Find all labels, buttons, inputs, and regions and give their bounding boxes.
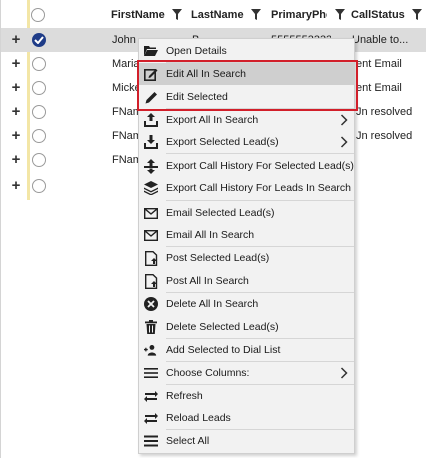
export-icon xyxy=(144,112,158,128)
column-header-callstatus-label: CallStatus xyxy=(351,9,405,21)
menu-item-label: Post Selected Lead(s) xyxy=(166,252,270,264)
cell-firstname: FName xyxy=(112,106,138,118)
menu-item-label: Post All In Search xyxy=(166,275,249,287)
menu-item-email-selected-leads[interactable]: Email Selected Lead(s) xyxy=(139,202,354,224)
reload-icon xyxy=(144,410,158,426)
menu-item-email-all-in-search[interactable]: Email All In Search xyxy=(139,224,354,246)
menu-item-add-to-dial-list[interactable]: Add Selected to Dial List xyxy=(139,339,354,361)
menu-item-label: Open Details xyxy=(166,45,227,57)
menu-item-label: Export All In Search xyxy=(166,114,259,126)
row-select-radio[interactable] xyxy=(32,105,46,119)
highlight-box xyxy=(137,60,358,111)
expand-row-icon[interactable]: + xyxy=(10,28,22,52)
menu-item-label: Choose Columns: xyxy=(166,367,250,379)
menu-separator xyxy=(166,153,354,154)
menu-item-refresh[interactable]: Refresh xyxy=(139,385,354,407)
post-document-icon xyxy=(144,273,158,289)
menu-item-export-selected-leads[interactable]: Export Selected Lead(s) xyxy=(139,131,354,153)
expand-row-icon[interactable]: + xyxy=(10,100,22,124)
row-select-radio[interactable] xyxy=(32,57,46,71)
submenu-chevron-right-icon xyxy=(340,367,348,379)
columns-icon xyxy=(144,365,158,381)
row-select-radio[interactable] xyxy=(32,81,46,95)
menu-item-label: Export Call History For Leads In Search xyxy=(166,182,351,194)
expand-row-icon[interactable]: + xyxy=(10,52,22,76)
column-header-firstname-label: FirstName xyxy=(111,9,165,21)
header-select-all-radio[interactable] xyxy=(31,8,45,22)
menu-item-export-all-in-search[interactable]: Export All In Search xyxy=(139,109,354,131)
envelope-icon xyxy=(144,227,158,243)
row-select-radio[interactable] xyxy=(32,179,46,193)
expand-row-icon[interactable]: + xyxy=(10,124,22,148)
filter-phone-icon[interactable] xyxy=(335,9,345,20)
menu-item-label: Email Selected Lead(s) xyxy=(166,207,275,219)
menu-separator xyxy=(166,200,354,201)
menu-item-choose-columns[interactable]: Choose Columns: xyxy=(139,362,354,384)
menu-item-label: Export Selected Lead(s) xyxy=(166,136,279,148)
menu-item-reload-leads[interactable]: Reload Leads xyxy=(139,407,354,429)
menu-item-delete-selected-leads[interactable]: Delete Selected Lead(s) xyxy=(139,316,354,338)
cell-callstatus: Jn resolved xyxy=(356,130,413,142)
select-all-icon xyxy=(144,433,158,449)
column-header-phone-label: PrimaryPhor xyxy=(271,9,327,21)
envelope-icon xyxy=(144,205,158,221)
menu-item-label: Select All xyxy=(166,435,210,447)
filter-callstatus-icon[interactable] xyxy=(412,9,422,20)
menu-item-export-call-history-selected[interactable]: Export Call History For Selected Lead(s) xyxy=(139,155,354,177)
refresh-icon xyxy=(144,388,158,404)
menu-item-post-all-in-search[interactable]: Post All In Search xyxy=(139,270,354,292)
menu-item-label: Delete All In Search xyxy=(166,298,259,310)
filter-lastname-icon[interactable] xyxy=(251,9,261,20)
menu-item-label: Reload Leads xyxy=(166,412,231,424)
row-select-radio[interactable] xyxy=(32,153,46,167)
submenu-chevron-right-icon xyxy=(340,114,348,126)
expand-row-icon[interactable]: + xyxy=(10,148,22,172)
cell-callstatus: Unable to... xyxy=(352,34,409,46)
delete-circle-icon xyxy=(144,296,158,312)
cell-firstname: John xyxy=(112,34,136,46)
cell-firstname: FName xyxy=(112,130,138,142)
menu-item-select-all[interactable]: Select All xyxy=(139,430,354,452)
cell-firstname: Maria xyxy=(112,58,138,70)
submenu-chevron-right-icon xyxy=(340,136,348,148)
menu-item-delete-all-in-search[interactable]: Delete All In Search xyxy=(139,293,354,315)
folder-open-icon xyxy=(144,43,158,59)
menu-item-label: Add Selected to Dial List xyxy=(166,344,281,356)
cell-callstatus: Jn resolved xyxy=(356,106,413,118)
expand-row-icon[interactable]: + xyxy=(10,76,22,100)
expand-row-icon[interactable]: + xyxy=(10,174,22,198)
column-header-firstname[interactable]: FirstName xyxy=(111,4,173,26)
layers-icon xyxy=(144,180,158,196)
export-history-icon xyxy=(144,158,158,174)
menu-item-label: Export Call History For Selected Lead(s) xyxy=(166,160,354,172)
trash-icon xyxy=(144,319,158,335)
add-users-icon xyxy=(144,342,158,358)
menu-item-open-details[interactable]: Open Details xyxy=(139,40,354,62)
column-header-callstatus[interactable]: CallStatus xyxy=(351,4,409,26)
filter-firstname-icon[interactable] xyxy=(172,9,182,20)
cell-callstatus: ent Email xyxy=(356,58,402,70)
menu-item-post-selected-leads[interactable]: Post Selected Lead(s) xyxy=(139,247,354,269)
cell-callstatus: ent Email xyxy=(356,82,402,94)
row-select-radio[interactable] xyxy=(32,129,46,143)
menu-item-label: Refresh xyxy=(166,390,203,402)
menu-item-export-call-history-search[interactable]: Export Call History For Leads In Search xyxy=(139,177,354,199)
cell-firstname: Mickey xyxy=(112,82,138,94)
menu-item-label: Email All In Search xyxy=(166,229,255,241)
column-header-phone[interactable]: PrimaryPhor xyxy=(271,4,327,26)
download-icon xyxy=(144,134,158,150)
row-select-checked-radio[interactable] xyxy=(32,33,46,47)
column-header-lastname[interactable]: LastName xyxy=(191,4,253,26)
cell-firstname: FName xyxy=(112,154,138,166)
column-header-lastname-label: LastName xyxy=(191,9,244,21)
post-document-icon xyxy=(144,250,158,266)
menu-item-label: Delete Selected Lead(s) xyxy=(166,321,279,333)
